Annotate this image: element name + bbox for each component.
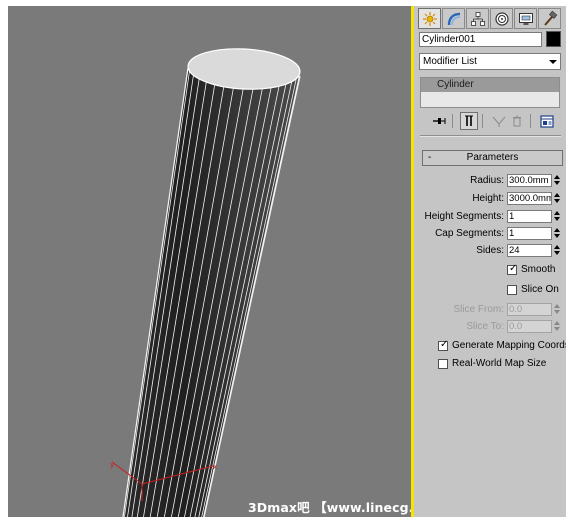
radius-label: Radius: <box>470 175 504 186</box>
slice-from-input: 0.0 <box>507 303 552 316</box>
generate-mapping-checkbox[interactable]: ✓ <box>438 339 449 351</box>
modifier-list-dropdown[interactable]: Modifier List <box>419 53 561 70</box>
svg-text:x: x <box>213 463 217 471</box>
trash-icon <box>513 115 521 127</box>
hierarchy-icon <box>470 11 485 26</box>
sides-label: Sides: <box>476 245 504 256</box>
stack-item-cylinder[interactable]: Cylinder <box>421 78 559 92</box>
slice-on-label: Slice On <box>521 284 559 295</box>
slice-to-spinner <box>553 320 561 333</box>
parameters-rollout-header[interactable]: Parameters - <box>422 150 563 166</box>
sides-spinner[interactable] <box>553 244 561 257</box>
command-panel: Cylinder001 Modifier List Cylinder Param… <box>414 6 566 517</box>
radius-input[interactable]: 300.0mm <box>507 174 552 187</box>
show-end-result-button[interactable] <box>460 112 478 130</box>
utilities-icon <box>543 10 557 26</box>
cap-segments-spinner[interactable] <box>553 227 561 240</box>
height-input[interactable]: 3000.0mm <box>507 192 552 205</box>
svg-text:y: y <box>110 461 114 469</box>
modify-icon <box>447 12 460 25</box>
show-end-result-icon <box>465 115 473 126</box>
make-unique-icon <box>492 116 506 127</box>
modifier-list-label: Modifier List <box>423 56 477 67</box>
tab-utilities[interactable] <box>538 8 561 29</box>
check-icon: ✓ <box>440 339 449 350</box>
slice-to-input: 0.0 <box>507 320 552 333</box>
slice-to-label: Slice To: <box>466 321 504 332</box>
motion-icon <box>494 11 509 26</box>
perspective-viewport[interactable]: y x 3Dmax吧 【www.linecg.com/tieba/1771】 <box>8 6 412 517</box>
display-icon <box>518 12 533 25</box>
tab-hierarchy[interactable] <box>466 8 489 29</box>
slice-from-spinner <box>553 303 561 316</box>
slice-on-checkbox[interactable] <box>507 285 517 295</box>
smooth-checkbox[interactable]: ✓ <box>507 263 518 275</box>
viewport-scene: y x <box>110 46 301 517</box>
rollout-collapse-toggle[interactable]: - <box>428 151 431 165</box>
app-window: y x 3Dmax吧 【www.linecg.com/tieba/1771】 <box>8 6 566 517</box>
modifier-stack[interactable]: Cylinder <box>420 77 560 108</box>
height-segments-input[interactable]: 1 <box>507 210 552 223</box>
cap-segments-label: Cap Segments: <box>435 228 504 239</box>
pin-stack-button[interactable] <box>430 112 448 130</box>
real-world-map-size-checkbox[interactable] <box>438 359 448 369</box>
tab-display[interactable] <box>514 8 537 29</box>
chevron-down-icon <box>549 60 557 64</box>
height-label: Height: <box>472 193 504 204</box>
generate-mapping-label: Generate Mapping Coords. <box>452 340 566 351</box>
radius-spinner[interactable] <box>553 174 561 187</box>
rollout-title: Parameters <box>466 152 519 163</box>
check-icon: ✓ <box>509 263 518 274</box>
tab-create[interactable] <box>418 8 441 29</box>
slice-from-label: Slice From: <box>453 304 504 315</box>
pin-icon <box>433 118 446 124</box>
create-icon <box>422 11 437 26</box>
cap-segments-input[interactable]: 1 <box>507 227 552 240</box>
height-spinner[interactable] <box>553 192 561 205</box>
panel-divider-highlight <box>420 136 561 137</box>
tab-motion[interactable] <box>490 8 513 29</box>
make-unique-button <box>490 112 508 130</box>
tab-modify[interactable] <box>442 8 465 29</box>
watermark-text: 3Dmax吧 【www.linecg.com/tieba/1771】 <box>248 500 412 515</box>
toolbar-divider <box>482 114 483 128</box>
sides-input[interactable]: 24 <box>507 244 552 257</box>
toolbar-divider <box>452 114 453 128</box>
smooth-label: Smooth <box>521 264 556 275</box>
cylinder-object[interactable] <box>122 46 301 517</box>
height-segments-label: Height Segments: <box>424 211 505 222</box>
configure-modifier-sets-button[interactable] <box>538 112 556 130</box>
stack-toolbar <box>420 112 562 130</box>
command-panel-tabs <box>418 8 561 30</box>
object-name-field[interactable]: Cylinder001 <box>419 32 542 47</box>
object-color-swatch[interactable] <box>546 31 561 47</box>
real-world-map-size-label: Real-World Map Size <box>452 358 547 369</box>
height-segments-spinner[interactable] <box>553 210 561 223</box>
toolbar-divider <box>530 114 531 128</box>
configure-sets-icon <box>540 114 554 128</box>
remove-modifier-button <box>508 112 526 130</box>
